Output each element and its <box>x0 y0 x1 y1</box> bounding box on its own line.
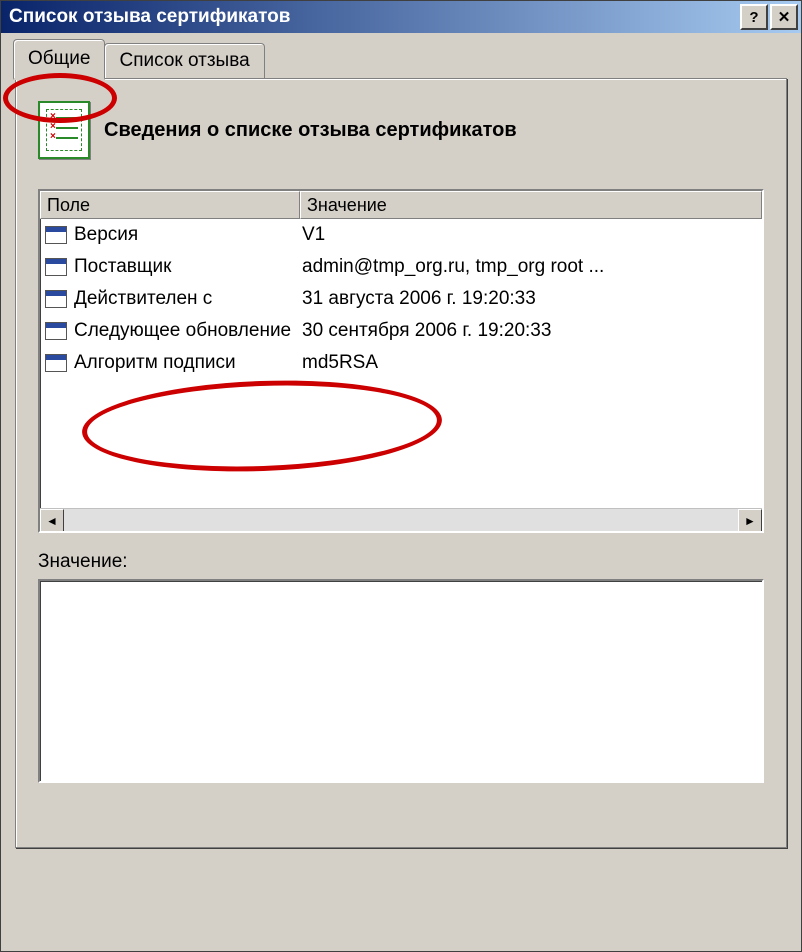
tab-panel-general: × × × Сведения о списке отзыва сертифика… <box>15 78 787 848</box>
list-item[interactable]: Следующее обновление 30 сентября 2006 г.… <box>40 315 762 347</box>
cell-field: Действителен с <box>74 288 298 310</box>
list-item[interactable]: Алгоритм подписи md5RSA <box>40 347 762 379</box>
scroll-right-button[interactable]: ► <box>738 509 762 533</box>
cell-field: Поставщик <box>74 256 298 278</box>
cell-value: admin@tmp_org.ru, tmp_org root ... <box>298 256 762 278</box>
list-header: Поле Значение <box>40 191 762 219</box>
property-icon <box>44 353 68 373</box>
window-title: Список отзыва сертификатов <box>9 6 290 28</box>
arrow-right-icon: ► <box>744 514 756 528</box>
list-item[interactable]: Поставщик admin@tmp_org.ru, tmp_org root… <box>40 251 762 283</box>
title-bar: Список отзыва сертификатов ? ✕ <box>1 1 801 33</box>
cell-value: V1 <box>298 224 762 246</box>
client-area: Общие Список отзыва × × × Сведения о спи… <box>1 33 801 862</box>
column-header-field[interactable]: Поле <box>40 191 300 219</box>
tab-revocation-list[interactable]: Список отзыва <box>104 43 264 78</box>
value-section-label: Значение: <box>38 551 764 573</box>
cell-value: md5RSA <box>298 352 762 374</box>
property-icon <box>44 289 68 309</box>
list-rows: Версия V1 Поставщик admin@tmp_org.ru, tm… <box>40 219 762 508</box>
close-button[interactable]: ✕ <box>770 4 798 30</box>
tab-strip: Общие Список отзыва <box>13 43 787 78</box>
cell-field: Следующее обновление <box>74 320 298 342</box>
tab-general[interactable]: Общие <box>13 39 105 80</box>
heading-text: Сведения о списке отзыва сертификатов <box>104 119 517 142</box>
help-button[interactable]: ? <box>740 4 768 30</box>
horizontal-scrollbar[interactable]: ◄ ► <box>40 508 762 531</box>
dialog-window: Список отзыва сертификатов ? ✕ Общие Спи… <box>0 0 802 952</box>
question-icon: ? <box>749 9 758 26</box>
value-detail-box[interactable] <box>38 579 764 783</box>
property-icon <box>44 321 68 341</box>
list-item[interactable]: Версия V1 <box>40 219 762 251</box>
titlebar-buttons: ? ✕ <box>740 4 798 30</box>
property-icon <box>44 225 68 245</box>
crl-document-icon: × × × <box>38 101 90 159</box>
property-icon <box>44 257 68 277</box>
cell-value: 31 августа 2006 г. 19:20:33 <box>298 288 762 310</box>
heading-row: × × × Сведения о списке отзыва сертифика… <box>38 101 764 159</box>
tab-revocation-label: Список отзыва <box>119 50 249 71</box>
tab-general-label: Общие <box>28 48 90 69</box>
column-header-value[interactable]: Значение <box>300 191 762 219</box>
cell-value: 30 сентября 2006 г. 19:20:33 <box>298 320 762 342</box>
arrow-left-icon: ◄ <box>46 514 58 528</box>
scroll-left-button[interactable]: ◄ <box>40 509 64 533</box>
properties-list: Поле Значение Версия V1 Поставщик admin@… <box>38 189 764 533</box>
cell-field: Алгоритм подписи <box>74 352 298 374</box>
list-item[interactable]: Действителен с 31 августа 2006 г. 19:20:… <box>40 283 762 315</box>
close-icon: ✕ <box>778 8 791 26</box>
cell-field: Версия <box>74 224 298 246</box>
